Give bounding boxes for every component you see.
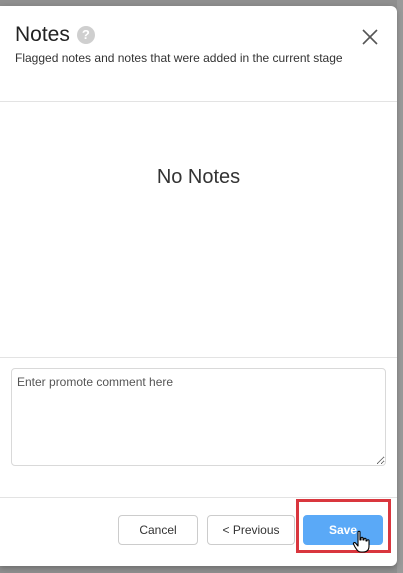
question-icon[interactable]: ? <box>76 26 95 44</box>
notes-list: No Notes <box>0 102 397 358</box>
close-icon <box>362 29 378 45</box>
empty-state-text: No Notes <box>156 166 241 188</box>
save-highlight-box <box>296 499 391 553</box>
promote-comment-input[interactable] <box>11 368 386 466</box>
footer-divider <box>0 497 397 498</box>
notes-dialog: Notes ? Flagged notes and notes that wer… <box>0 6 397 566</box>
previous-button[interactable]: < Previous <box>207 515 295 545</box>
dialog-header: Notes ? Flagged notes and notes that wer… <box>0 6 397 102</box>
cancel-button[interactable]: Cancel <box>118 515 198 545</box>
close-button[interactable] <box>359 26 381 48</box>
dialog-title: Notes <box>15 23 70 46</box>
backdrop-strip <box>397 0 403 573</box>
title-row: Notes ? <box>15 23 95 47</box>
dialog-subtitle: Flagged notes and notes that were added … <box>15 51 343 65</box>
